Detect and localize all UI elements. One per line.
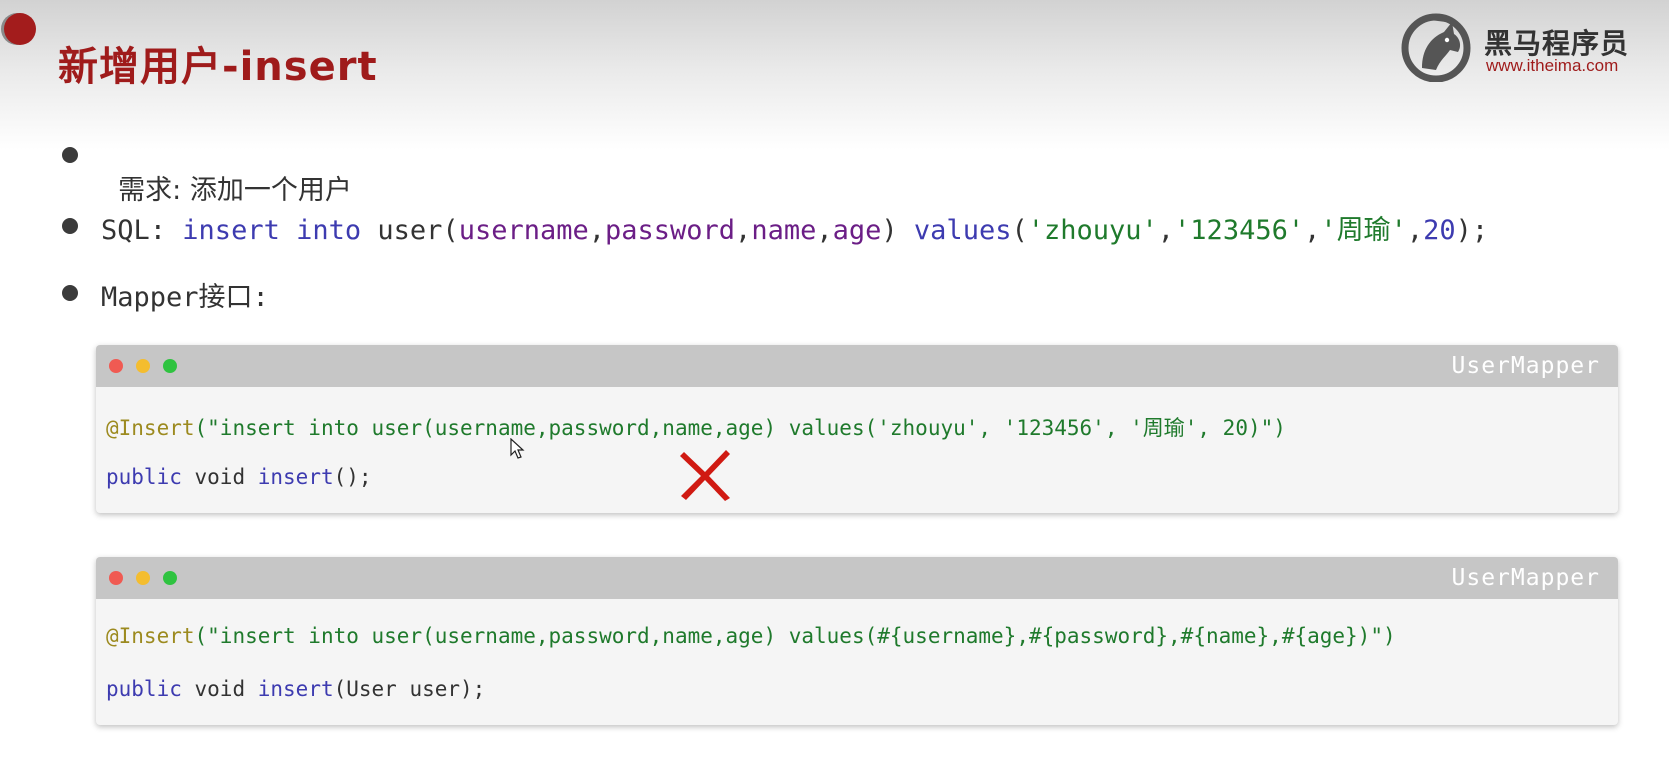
page-title: 新增用户-insert xyxy=(58,44,378,90)
sql-column: password xyxy=(605,215,736,246)
requirement-text: 添加一个用户 xyxy=(189,175,352,206)
requirement-line: 需求: 添加一个用户 xyxy=(101,137,352,207)
requirement-label: 需求: xyxy=(118,175,182,206)
code-annotation-string: ("insert into user(username,password,nam… xyxy=(194,416,1286,440)
code-type: void xyxy=(194,677,246,701)
bullet-dot xyxy=(62,285,78,301)
sql-column: age xyxy=(832,215,882,246)
sql-table: user( xyxy=(377,215,459,246)
bullet-dot xyxy=(62,147,78,163)
code-method-line: public void insert(User user); xyxy=(106,677,485,701)
code-method-line: public void insert(); xyxy=(106,465,372,489)
code-annotation: @Insert xyxy=(106,416,195,440)
minimize-dot-icon xyxy=(136,571,150,585)
sql-keyword: into xyxy=(296,215,362,246)
code-modifier: public xyxy=(106,465,182,489)
code-modifier: public xyxy=(106,677,182,701)
code-annotation-string: ("insert into user(username,password,nam… xyxy=(194,624,1396,648)
sql-label: SQL: xyxy=(101,215,167,246)
code-annotation: @Insert xyxy=(106,624,195,648)
code-annotation-line: @Insert("insert into user(username,passw… xyxy=(106,624,1396,648)
close-dot-icon xyxy=(109,571,123,585)
sql-column: username xyxy=(458,215,589,246)
sql-value: '周瑜' xyxy=(1320,215,1407,246)
sql-end: ); xyxy=(1455,215,1489,246)
brand-url: www.itheima.com xyxy=(1486,56,1619,75)
sql-paren: ) xyxy=(881,215,898,246)
red-x-icon xyxy=(680,450,730,501)
sql-column: name xyxy=(751,215,817,246)
sql-keyword: insert xyxy=(182,215,280,246)
sql-line: SQL: insert into user(username,password,… xyxy=(101,215,1489,246)
sql-paren: ( xyxy=(1011,215,1028,246)
code-filename: UserMapper xyxy=(1451,565,1600,591)
sql-keyword: values xyxy=(913,215,1012,246)
code-method-name: insert xyxy=(257,677,334,701)
code-window-titlebar: UserMapper xyxy=(96,345,1618,387)
maximize-dot-icon xyxy=(163,571,177,585)
mapper-label: Mapper接口: xyxy=(101,282,269,313)
maximize-dot-icon xyxy=(163,359,177,373)
sql-value: 20 xyxy=(1423,215,1456,246)
code-window-titlebar: UserMapper xyxy=(96,557,1618,599)
bullet-dot xyxy=(62,218,78,234)
code-type: void xyxy=(194,465,246,489)
decorative-dot xyxy=(4,13,36,45)
code-method-name: insert xyxy=(257,465,334,489)
sql-value: '123456' xyxy=(1174,215,1305,246)
horse-logo-icon xyxy=(1401,13,1471,82)
code-params: (User user); xyxy=(333,677,486,701)
mouse-cursor-icon xyxy=(510,438,525,459)
minimize-dot-icon xyxy=(136,359,150,373)
code-annotation-line: @Insert("insert into user(username,passw… xyxy=(106,412,1286,442)
close-dot-icon xyxy=(109,359,123,373)
code-filename: UserMapper xyxy=(1451,353,1600,379)
code-window: UserMapper @Insert("insert into user(use… xyxy=(96,557,1618,725)
code-window: UserMapper @Insert("insert into user(use… xyxy=(96,345,1618,513)
code-params: (); xyxy=(333,465,372,489)
sql-value: 'zhouyu' xyxy=(1027,215,1158,246)
brand-logo: 黑马程序员 www.itheima.com xyxy=(1400,10,1656,82)
